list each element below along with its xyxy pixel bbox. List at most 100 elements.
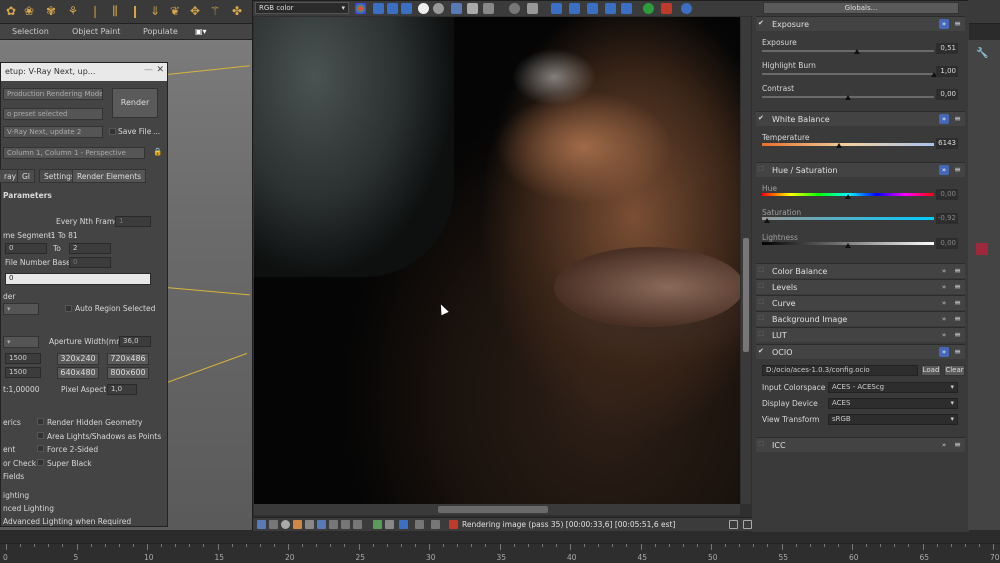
ocio-load-button[interactable]: Load (921, 365, 941, 376)
view-transform-select[interactable]: sRGB ▾ (828, 414, 958, 425)
contrast-slider-knob[interactable] (845, 95, 851, 100)
compare-icon[interactable] (527, 3, 538, 14)
area-select[interactable]: ▾ (3, 303, 39, 315)
saturation-slider-knob[interactable] (764, 218, 770, 223)
region-icon[interactable] (551, 3, 562, 14)
super-black-checkbox[interactable] (37, 459, 44, 466)
expand-icon[interactable]: » (939, 347, 949, 357)
interactive-icon[interactable] (605, 3, 616, 14)
tool-icon[interactable]: ❙ (128, 4, 142, 18)
load-icon[interactable] (467, 3, 478, 14)
expand-icon[interactable]: » (939, 440, 949, 450)
view-select[interactable]: Column 1, Column 1 - Perspective (3, 147, 145, 159)
timeline-ruler[interactable]: 0 5 10 15 20 25 30 35 40 45 50 55 60 65 70 (0, 543, 1000, 563)
color-swatch[interactable] (976, 243, 988, 255)
menu-icon[interactable]: ≡ (953, 347, 962, 357)
menu-icon[interactable]: ≡ (953, 330, 962, 340)
rgb-icon[interactable] (355, 3, 366, 14)
layer-ocio[interactable]: ✔ OCIO » ≡ (756, 344, 965, 359)
tool-icon[interactable]: ✾ (44, 4, 58, 18)
teapot-icon[interactable] (681, 3, 692, 14)
tab-object-paint[interactable]: Object Paint (72, 27, 120, 36)
channel-select[interactable]: RGB color ▾ (255, 2, 349, 14)
ocio-clear-button[interactable]: Clear (944, 365, 965, 376)
highlight-burn-value[interactable]: 1,00 (936, 66, 958, 77)
preset-720x486-button[interactable]: 720x486 (107, 353, 149, 365)
width-spinner[interactable]: 1500 (5, 353, 41, 364)
saturation-value[interactable]: -0,92 (936, 213, 958, 224)
check-icon[interactable]: ✔ (758, 348, 765, 355)
window-icon[interactable] (729, 520, 738, 529)
layer-background-image[interactable]: ☐ Background Image » ≡ (756, 311, 965, 326)
file-number-spinner[interactable]: 0 (69, 257, 111, 268)
menu-icon[interactable]: ≡ (953, 266, 962, 276)
tool-icon[interactable]: ❀ (22, 4, 36, 18)
expand-icon[interactable]: » (939, 19, 949, 29)
white-circle-icon[interactable] (418, 3, 429, 14)
frames-input[interactable]: 0 (5, 273, 151, 285)
render-image[interactable] (254, 17, 740, 504)
menu-icon[interactable]: ≡ (953, 114, 962, 124)
layer-curve[interactable]: ☐ Curve » ≡ (756, 295, 965, 310)
exposure-value[interactable]: 0,51 (936, 43, 958, 54)
check-icon[interactable]: ☐ (758, 441, 765, 448)
check-icon[interactable]: ☐ (758, 166, 765, 173)
pixel-aspect-spinner[interactable]: 1,0 (107, 384, 137, 395)
check-icon[interactable]: ✔ (758, 115, 765, 122)
save-file-checkbox[interactable] (109, 128, 116, 135)
lightness-value[interactable]: 0,00 (936, 238, 958, 249)
ribbon-menu-icon[interactable]: ▣▾ (195, 27, 207, 36)
range-to-spinner[interactable]: 2 (69, 243, 111, 254)
force-2sided-checkbox[interactable] (37, 445, 44, 452)
tab-gi[interactable]: GI (17, 169, 36, 183)
sphere-icon[interactable] (509, 3, 520, 14)
hue-value[interactable]: 0,00 (936, 189, 958, 200)
temperature-slider[interactable] (762, 143, 934, 146)
hue-slider-knob[interactable] (845, 194, 851, 199)
minimize-icon[interactable]: — (144, 65, 153, 75)
check-icon[interactable]: ☐ (758, 315, 765, 322)
aperture-spinner[interactable]: 36,0 (119, 336, 151, 347)
input-colorspace-select[interactable]: ACES - ACEScg ▾ (828, 382, 958, 393)
check-icon[interactable]: ☐ (758, 267, 765, 274)
exposure-slider[interactable] (762, 50, 934, 52)
horizontal-scroll-thumb[interactable] (438, 506, 548, 513)
layer-color-balance[interactable]: ☐ Color Balance » ≡ (756, 263, 965, 278)
temperature-value[interactable]: 6143 (936, 138, 958, 149)
display-device-select[interactable]: ACES ▾ (828, 398, 958, 409)
renderer-select[interactable]: V-Ray Next, update 2 (3, 126, 103, 138)
expand-icon[interactable]: » (939, 330, 949, 340)
preset-800x600-button[interactable]: 800x600 (107, 367, 149, 379)
layer-exposure[interactable]: ✔ Exposure » ≡ (756, 16, 965, 31)
history-icon[interactable] (257, 520, 266, 529)
save-file-browse[interactable]: ... (153, 127, 160, 136)
auto-region-checkbox[interactable] (65, 305, 72, 312)
stop-icon[interactable] (449, 520, 458, 529)
menu-icon[interactable]: ≡ (953, 282, 962, 292)
expand-icon[interactable]: » (939, 298, 949, 308)
expand-icon[interactable]: » (939, 266, 949, 276)
tool-icon[interactable]: ✥ (188, 4, 202, 18)
contrast-value[interactable]: 0,00 (936, 89, 958, 100)
layer-hue-saturation[interactable]: ☐ Hue / Saturation » ≡ (756, 162, 965, 177)
ruler-icon[interactable] (415, 520, 424, 529)
menu-icon[interactable]: ≡ (953, 440, 962, 450)
stop-render-icon[interactable] (661, 3, 672, 14)
exposure-icon[interactable] (329, 520, 338, 529)
vertical-scroll-thumb[interactable] (743, 238, 749, 352)
camera-icon[interactable] (621, 3, 632, 14)
blue-channel-icon[interactable] (401, 3, 412, 14)
tool-icon[interactable]: ⇓ (148, 4, 162, 18)
grid-icon[interactable] (305, 520, 314, 529)
tool-icon[interactable]: ✿ (4, 4, 18, 18)
grey-circle-icon[interactable] (433, 3, 444, 14)
highlight-burn-slider[interactable] (762, 73, 934, 75)
track-mouse-icon[interactable] (569, 3, 580, 14)
tab-populate[interactable]: Populate (143, 27, 178, 36)
render-hidden-checkbox[interactable] (37, 418, 44, 425)
temperature-slider-knob[interactable] (836, 143, 843, 148)
every-nth-spinner[interactable]: 1 (115, 216, 151, 227)
tool-icon[interactable]: ⚚ (208, 4, 222, 18)
expand-icon[interactable]: » (939, 314, 949, 324)
render-button[interactable]: Render (112, 88, 158, 118)
